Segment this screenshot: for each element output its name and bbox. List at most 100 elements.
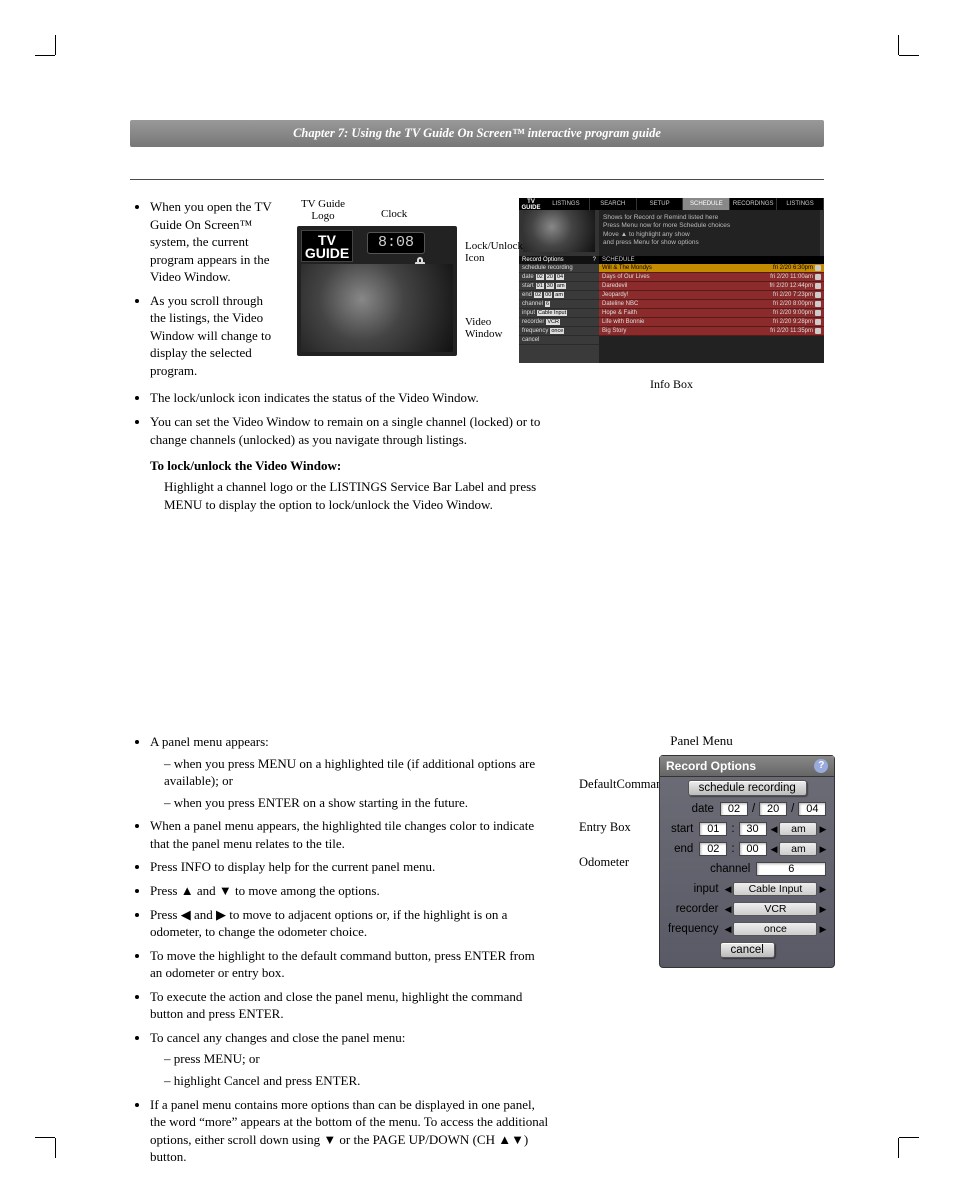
- video-window-figure: TV GuideLogo Clock Lock/UnlockIcon Video…: [287, 198, 507, 368]
- callout-default-command: DefaultCommandButton: [579, 777, 659, 792]
- tab-listings-2[interactable]: LISTINGS: [777, 198, 824, 210]
- reminder-icon: [815, 265, 821, 271]
- body-bullet: A panel menu appears: when you press MEN…: [150, 733, 550, 811]
- chevron-right-icon[interactable]: ▶: [819, 844, 826, 855]
- crop-mark: [884, 40, 914, 70]
- tab-search[interactable]: SEARCH: [590, 198, 637, 210]
- reminder-icon: [815, 319, 821, 325]
- schedule-row[interactable]: Daredevilfri 2/20 12:44pm: [599, 282, 824, 291]
- channel-entry[interactable]: 6: [756, 862, 826, 876]
- record-options-panel: Record Options ? schedule recording date…: [659, 755, 835, 968]
- date-month-entry[interactable]: 02: [720, 802, 748, 816]
- chevron-right-icon[interactable]: ▶: [819, 904, 826, 915]
- input-label: input: [694, 883, 719, 895]
- panel-mini-row[interactable]: frequencyonce: [519, 327, 599, 336]
- help-icon[interactable]: ?: [814, 759, 828, 773]
- callout-clock: Clock: [381, 208, 407, 220]
- panel-mini-row[interactable]: start0130am: [519, 282, 599, 291]
- schedule-row[interactable]: Jeopardy!fri 2/20 7:23pm: [599, 291, 824, 300]
- panel-mini-row[interactable]: channel6: [519, 300, 599, 309]
- tab-schedule[interactable]: SCHEDULE: [683, 198, 730, 210]
- record-options-panel-mini: Record Options? schedule recordingdate02…: [519, 256, 599, 363]
- body-bullet: To execute the action and close the pane…: [150, 988, 550, 1023]
- callout-odometer: Odometer: [579, 855, 659, 870]
- panel-mini-row[interactable]: schedule recording: [519, 264, 599, 273]
- end-ampm-odometer[interactable]: ◀am▶: [771, 842, 827, 856]
- body-sub-bullet: highlight Cancel and press ENTER.: [164, 1072, 550, 1090]
- start-hour-entry[interactable]: 01: [699, 822, 727, 836]
- chevron-left-icon[interactable]: ◀: [725, 884, 732, 895]
- body-bullet: The lock/unlock icon indicates the statu…: [150, 389, 570, 407]
- schedule-row[interactable]: Big Storyfri 2/20 11:35pm: [599, 327, 824, 336]
- schedule-recording-button[interactable]: schedule recording: [688, 780, 807, 796]
- start-ampm-odometer[interactable]: ◀am▶: [771, 822, 827, 836]
- schedule-row[interactable]: Dateline NBCfri 2/20 8:00pm: [599, 300, 824, 309]
- reminder-icon: [815, 328, 821, 334]
- reminder-icon: [815, 274, 821, 280]
- date-day-entry[interactable]: 20: [759, 802, 787, 816]
- input-odometer[interactable]: ◀Cable Input▶: [725, 882, 827, 896]
- body-sub-bullet: when you press MENU on a highlighted til…: [164, 755, 550, 790]
- chevron-right-icon[interactable]: ▶: [819, 884, 826, 895]
- help-icon[interactable]: ?: [593, 257, 596, 263]
- clock-display: 8:08: [367, 232, 425, 254]
- frequency-odometer[interactable]: ◀once▶: [725, 922, 827, 936]
- reminder-icon: [815, 283, 821, 289]
- end-min-entry[interactable]: 00: [739, 842, 767, 856]
- info-line: and press Menu for show options: [603, 239, 816, 247]
- schedule-row[interactable]: Will & The Mondysfri 2/20 6:30pm: [599, 264, 824, 273]
- panel-menu-label: Panel Menu: [579, 733, 824, 749]
- date-year-entry[interactable]: 04: [798, 802, 826, 816]
- reminder-icon: [815, 292, 821, 298]
- instruction-text: Highlight a channel logo or the LISTINGS…: [164, 478, 564, 513]
- body-sub-bullet: when you press ENTER on a show starting …: [164, 794, 550, 812]
- panel-mini-row[interactable]: inputCable Input: [519, 309, 599, 318]
- body-bullet: As you scroll through the listings, the …: [150, 292, 290, 380]
- body-bullet: Press ▲ and ▼ to move among the options.: [150, 882, 550, 900]
- body-bullet: You can set the Video Window to remain o…: [150, 413, 570, 448]
- chevron-left-icon[interactable]: ◀: [771, 824, 778, 835]
- channel-label: channel: [710, 863, 750, 875]
- tvguide-mini-logo: TVGUIDE: [519, 198, 543, 210]
- chevron-left-icon[interactable]: ◀: [725, 924, 732, 935]
- callout-video-window: VideoWindow: [465, 316, 502, 340]
- panel-mini-row[interactable]: cancel: [519, 336, 599, 345]
- panel-mini-row[interactable]: end0200am: [519, 291, 599, 300]
- info-line: Shows for Record or Remind listed here: [603, 214, 816, 222]
- callout-lock-icon: Lock/UnlockIcon: [465, 240, 523, 264]
- start-min-entry[interactable]: 30: [739, 822, 767, 836]
- schedule-list-header: SCHEDULE: [599, 256, 824, 264]
- info-line: Move ▲ to highlight any show: [603, 231, 816, 239]
- date-label: date: [692, 803, 714, 815]
- chevron-right-icon[interactable]: ▶: [819, 924, 826, 935]
- schedule-row[interactable]: Hope & Faithfri 2/20 9:00pm: [599, 309, 824, 318]
- info-box-callout-label: Info Box: [519, 377, 824, 392]
- tab-recordings[interactable]: RECORDINGS: [730, 198, 777, 210]
- body-sub-bullet: press MENU; or: [164, 1050, 550, 1068]
- reminder-icon: [815, 310, 821, 316]
- tvguide-logo: TVGUIDE: [301, 230, 353, 262]
- end-hour-entry[interactable]: 02: [699, 842, 727, 856]
- info-line: Press Menu now for more Schedule choices: [603, 222, 816, 230]
- panel-mini-row[interactable]: recorderVCR: [519, 318, 599, 327]
- chevron-right-icon[interactable]: ▶: [819, 824, 826, 835]
- chevron-left-icon[interactable]: ◀: [725, 904, 732, 915]
- callout-tvguide-logo: TV GuideLogo: [293, 198, 353, 222]
- video-window: TVGUIDE 8:08: [297, 226, 457, 356]
- schedule-row[interactable]: Life with Bonniefri 2/20 9:28pm: [599, 318, 824, 327]
- panel-mini-row[interactable]: date022004: [519, 273, 599, 282]
- body-bullet: Press ◀ and ▶ to move to adjacent option…: [150, 906, 550, 941]
- body-bullet: To cancel any changes and close the pane…: [150, 1029, 550, 1090]
- cancel-button[interactable]: cancel: [720, 942, 775, 958]
- video-content: [301, 264, 453, 352]
- start-label: start: [671, 823, 693, 835]
- tab-setup[interactable]: SETUP: [637, 198, 684, 210]
- crop-mark: [40, 1123, 70, 1153]
- schedule-row[interactable]: Days of Our Livesfri 2/20 11:00am: [599, 273, 824, 282]
- recorder-odometer[interactable]: ◀VCR▶: [725, 902, 827, 916]
- tab-listings[interactable]: LISTINGS: [543, 198, 590, 210]
- recorder-label: recorder: [676, 903, 719, 915]
- reminder-icon: [815, 301, 821, 307]
- frequency-label: frequency: [668, 923, 719, 935]
- chevron-left-icon[interactable]: ◀: [771, 844, 778, 855]
